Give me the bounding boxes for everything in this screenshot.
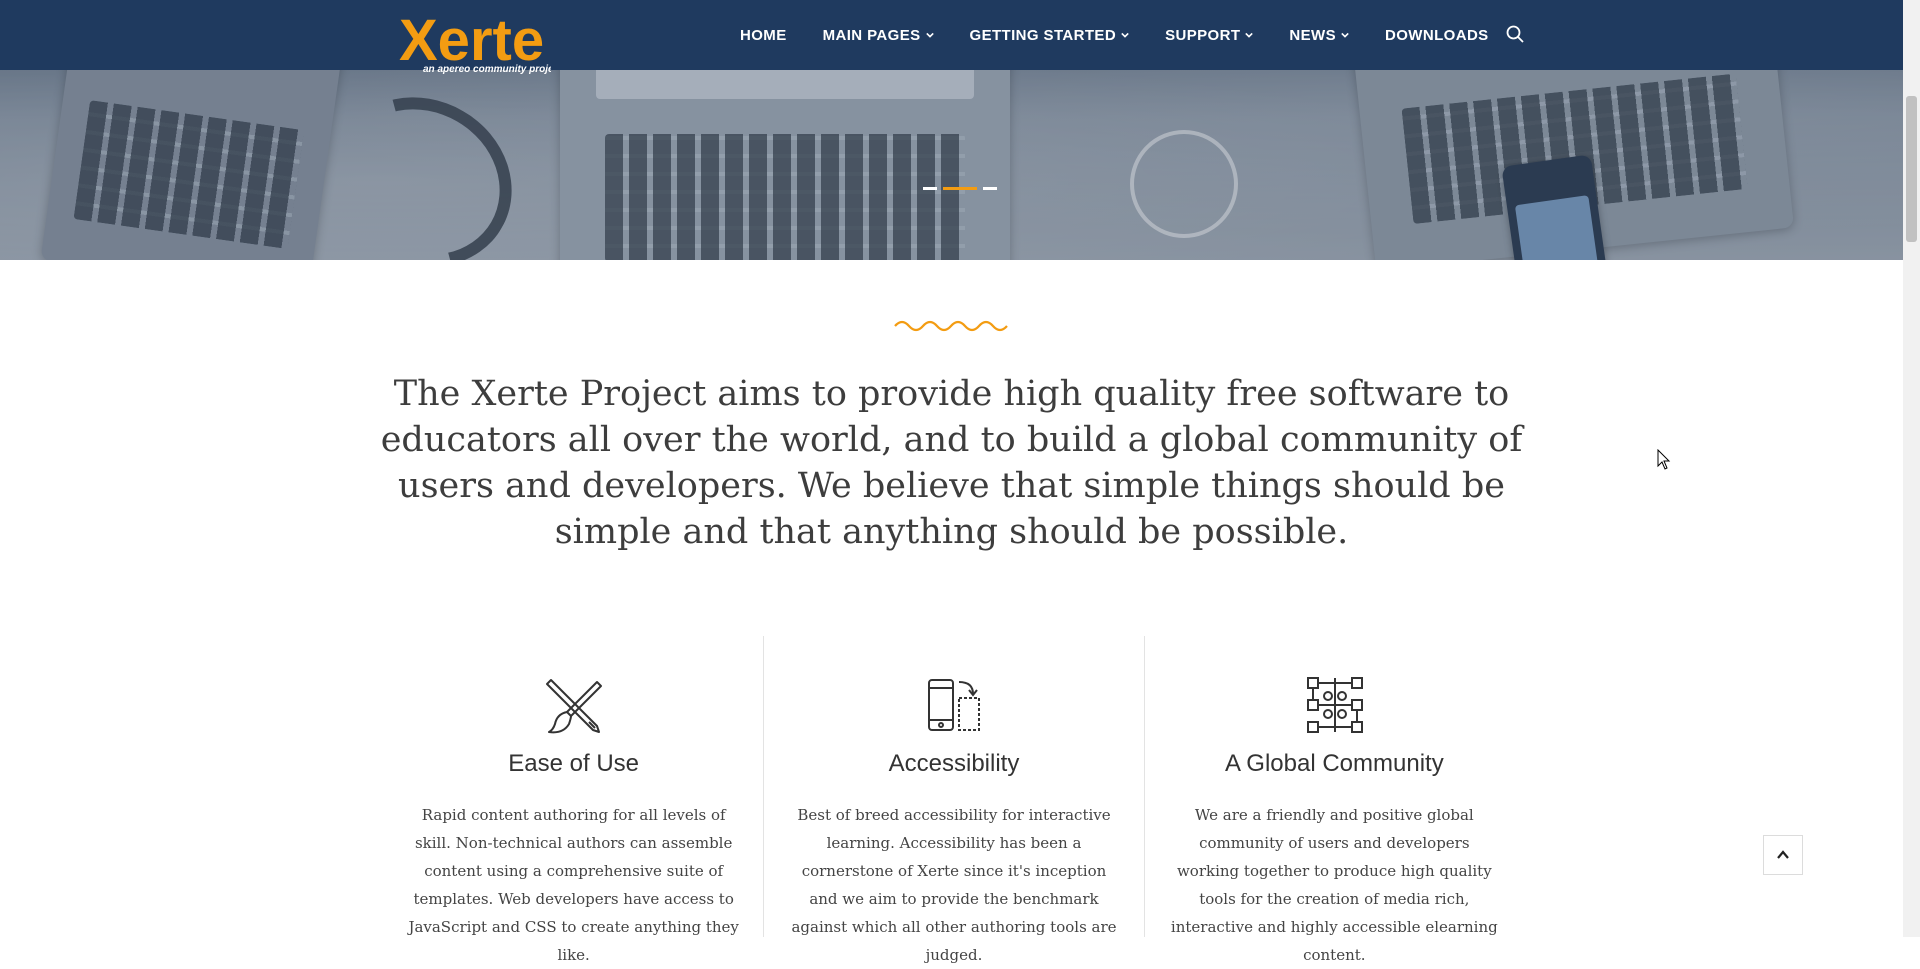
main-nav: HOME MAIN PAGES GETTING STARTED SUPPORT … bbox=[740, 0, 1525, 70]
slider-dots bbox=[923, 187, 997, 190]
xerte-logo[interactable]: Xerte an apereo community project bbox=[381, 0, 551, 86]
feature-text: Rapid content authoring for all levels o… bbox=[408, 806, 739, 964]
feature-accessibility: Accessibility Best of breed accessibilit… bbox=[763, 636, 1143, 964]
nav-support[interactable]: SUPPORT bbox=[1165, 26, 1254, 44]
mouse-cursor-icon bbox=[1657, 449, 1671, 470]
chevron-down-icon bbox=[1245, 32, 1254, 38]
scroll-to-top-button[interactable] bbox=[1763, 835, 1803, 875]
chevron-down-icon bbox=[1341, 32, 1349, 38]
nav-main-pages[interactable]: MAIN PAGES bbox=[823, 27, 934, 44]
slider-dot-2[interactable] bbox=[943, 187, 977, 190]
feature-title: Ease of Use bbox=[508, 750, 640, 777]
chevron-up-icon bbox=[1777, 850, 1789, 859]
nav-getting-started[interactable]: GETTING STARTED bbox=[970, 27, 1130, 44]
nav-support-label: SUPPORT bbox=[1165, 26, 1241, 44]
features-section: Ease of Use Rapid content authoring for … bbox=[384, 636, 1524, 964]
mission-statement: The Xerte Project aims to provide high q… bbox=[380, 374, 1523, 552]
nav-main-pages-label: MAIN PAGES bbox=[822, 26, 921, 44]
search-icon[interactable] bbox=[1506, 25, 1524, 43]
pencil-brush-icon bbox=[546, 679, 602, 734]
nav-home[interactable]: HOME bbox=[740, 27, 787, 44]
network-nodes-icon bbox=[1306, 677, 1363, 733]
logo-tagline: an apereo community project bbox=[423, 64, 551, 75]
nav-getting-started-label: GETTING STARTED bbox=[969, 26, 1117, 44]
feature-ease-of-use: Ease of Use Rapid content authoring for … bbox=[384, 636, 763, 964]
chevron-down-icon bbox=[925, 32, 934, 38]
wave-divider-icon bbox=[894, 320, 1008, 332]
feature-title: A Global Community bbox=[1224, 750, 1444, 777]
responsive-devices-icon bbox=[928, 679, 981, 731]
scrollbar-thumb[interactable] bbox=[1906, 96, 1917, 242]
nav-news-label: NEWS bbox=[1289, 26, 1336, 44]
slider-dot-3[interactable] bbox=[983, 187, 997, 190]
site-header: Xerte an apereo community project HOME M… bbox=[0, 0, 1903, 75]
feature-global-community: A Global Community We are a friendly and… bbox=[1143, 636, 1524, 964]
nav-downloads-label: DOWNLOADS bbox=[1385, 26, 1489, 44]
slider-dot-1[interactable] bbox=[923, 187, 937, 190]
nav-downloads[interactable]: DOWNLOADS bbox=[1385, 27, 1489, 44]
feature-text: Best of breed accessibility for interact… bbox=[791, 806, 1117, 964]
chevron-down-icon bbox=[1121, 32, 1129, 38]
nav-news[interactable]: NEWS bbox=[1289, 27, 1349, 44]
feature-text: We are a friendly and positive global co… bbox=[1170, 806, 1498, 964]
feature-title: Accessibility bbox=[888, 750, 1020, 777]
nav-home-label: HOME bbox=[740, 26, 787, 44]
